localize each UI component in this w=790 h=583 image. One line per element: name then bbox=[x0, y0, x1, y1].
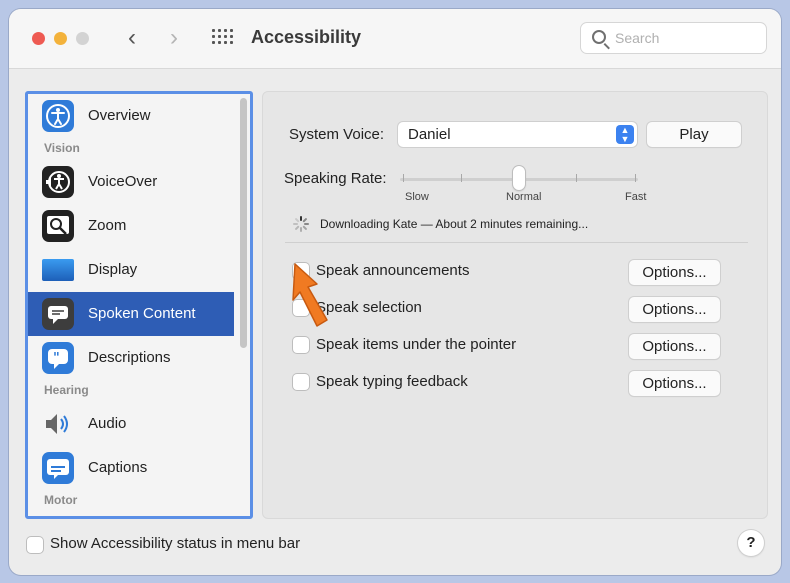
sidebar: Overview Vision VoiceOver Zoom Display S… bbox=[25, 91, 253, 519]
rate-slow-label: Slow bbox=[405, 191, 429, 203]
speak-selection-options-button[interactable]: Options... bbox=[629, 297, 720, 322]
speaking-rate-label: Speaking Rate: bbox=[284, 170, 387, 187]
section-motor: Motor bbox=[44, 493, 78, 507]
zoom-icon bbox=[42, 210, 74, 242]
slider-tick bbox=[576, 174, 577, 182]
speaker-icon bbox=[42, 408, 74, 440]
sidebar-item-descriptions[interactable]: " Descriptions bbox=[28, 336, 234, 380]
sidebar-item-label: Overview bbox=[88, 107, 151, 124]
section-vision: Vision bbox=[44, 141, 80, 155]
sidebar-item-display[interactable]: Display bbox=[28, 248, 234, 292]
help-button[interactable]: ? bbox=[738, 530, 764, 556]
minimize-window-button[interactable] bbox=[54, 32, 67, 45]
sidebar-item-zoom[interactable]: Zoom bbox=[28, 204, 234, 248]
overview-icon bbox=[42, 100, 74, 132]
status-menu-row: Show Accessibility status in menu bar bbox=[27, 535, 347, 557]
option-label: Speak selection bbox=[316, 299, 422, 316]
speak-typing-feedback-checkbox[interactable] bbox=[293, 374, 309, 390]
display-icon bbox=[42, 259, 74, 281]
sidebar-item-label: Zoom bbox=[88, 217, 127, 234]
slider-tick bbox=[635, 174, 636, 182]
back-chevron-icon[interactable]: ‹ bbox=[120, 23, 144, 53]
speaking-rate-knob[interactable] bbox=[513, 166, 525, 190]
search-icon bbox=[592, 30, 606, 44]
sidebar-item-label: Spoken Content bbox=[88, 305, 196, 322]
status-menu-label: Show Accessibility status in menu bar bbox=[50, 535, 301, 552]
forward-chevron-icon[interactable]: › bbox=[162, 23, 186, 53]
speak-announcements-options-button[interactable]: Options... bbox=[629, 260, 720, 285]
sidebar-item-label: Captions bbox=[88, 459, 148, 476]
preferences-window: ‹ › Accessibility Overview Vision VoiceO… bbox=[9, 9, 781, 575]
progress-spinner-icon bbox=[293, 216, 309, 232]
sidebar-scrollbar[interactable] bbox=[240, 98, 247, 348]
sidebar-item-audio[interactable]: Audio bbox=[28, 402, 234, 446]
section-hearing: Hearing bbox=[44, 383, 89, 397]
speech-bubble-icon bbox=[42, 298, 74, 330]
search-input[interactable] bbox=[615, 28, 755, 48]
option-label: Speak typing feedback bbox=[316, 373, 468, 390]
sidebar-item-captions[interactable]: Captions bbox=[28, 446, 234, 490]
speak-typing-feedback-options-button[interactable]: Options... bbox=[629, 371, 720, 396]
system-voice-value: Daniel bbox=[408, 126, 451, 143]
download-status-text: Downloading Kate — About 2 minutes remai… bbox=[320, 217, 589, 231]
window-title: Accessibility bbox=[251, 27, 362, 47]
play-button[interactable]: Play bbox=[647, 122, 741, 147]
sidebar-item-voiceover[interactable]: VoiceOver bbox=[28, 160, 234, 204]
sidebar-item-label: Descriptions bbox=[88, 349, 171, 366]
speak-items-under-pointer-options-button[interactable]: Options... bbox=[629, 334, 720, 359]
option-label: Speak announcements bbox=[316, 262, 470, 279]
svg-text:": " bbox=[53, 351, 60, 366]
divider bbox=[285, 242, 748, 243]
show-status-checkbox[interactable] bbox=[27, 537, 43, 553]
sidebar-item-overview[interactable]: Overview bbox=[28, 94, 234, 138]
spoken-content-pane: System Voice: Daniel ▲ ▼ Play Speaking Ra… bbox=[262, 91, 768, 519]
show-all-grid-icon[interactable] bbox=[212, 29, 234, 47]
sidebar-item-label: Audio bbox=[88, 415, 127, 432]
sidebar-item-label: VoiceOver bbox=[88, 173, 158, 190]
updown-chevron-icon: ▲ ▼ bbox=[616, 125, 634, 144]
option-label: Speak items under the pointer bbox=[316, 336, 517, 353]
rate-normal-label: Normal bbox=[506, 191, 542, 203]
rate-fast-label: Fast bbox=[625, 191, 647, 203]
close-window-button[interactable] bbox=[32, 32, 45, 45]
sidebar-item-spoken-content[interactable]: Spoken Content bbox=[28, 292, 234, 336]
slider-tick bbox=[461, 174, 462, 182]
title-bar: ‹ › Accessibility bbox=[9, 9, 781, 69]
speak-selection-checkbox[interactable] bbox=[293, 300, 309, 316]
slider-tick bbox=[403, 174, 404, 182]
captions-icon bbox=[42, 452, 74, 484]
sidebar-item-label: Display bbox=[88, 261, 138, 278]
voiceover-icon bbox=[42, 166, 74, 198]
system-voice-label: System Voice: bbox=[289, 126, 385, 143]
quote-bubble-icon: " bbox=[42, 342, 74, 374]
system-voice-select[interactable]: Daniel ▲ ▼ bbox=[398, 122, 637, 147]
speak-items-under-pointer-checkbox[interactable] bbox=[293, 337, 309, 353]
speak-announcements-checkbox[interactable] bbox=[293, 263, 309, 279]
search-field[interactable] bbox=[580, 22, 767, 54]
zoom-window-button[interactable] bbox=[76, 32, 89, 45]
